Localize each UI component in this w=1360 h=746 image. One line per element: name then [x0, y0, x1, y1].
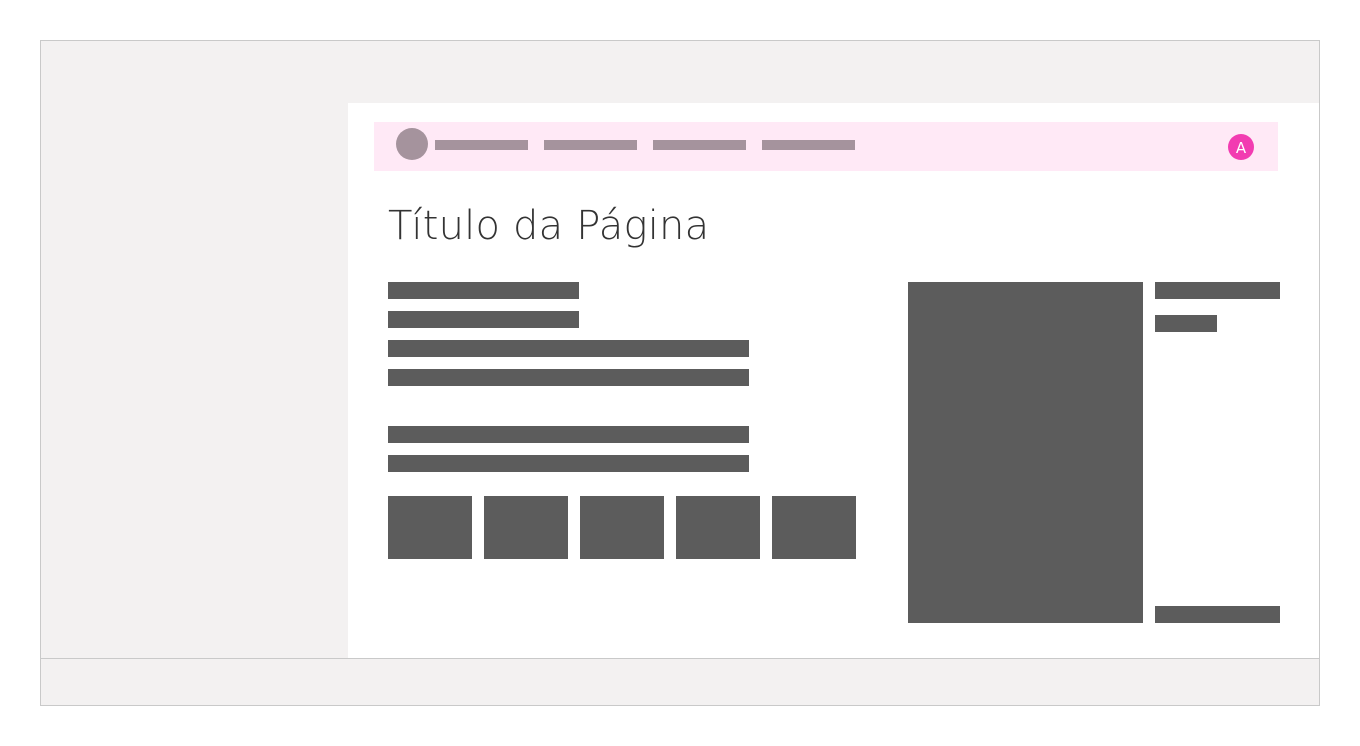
site-navbar: A [374, 122, 1278, 171]
card-subheading-placeholder [1155, 315, 1217, 332]
thumbnail-placeholder[interactable] [676, 496, 760, 559]
nav-link-3[interactable] [653, 140, 746, 150]
main-content: A Título da Página [348, 103, 1320, 659]
site-logo-icon[interactable] [396, 128, 428, 160]
card-heading-placeholder [1155, 282, 1280, 299]
page-title: Título da Página [388, 203, 710, 249]
text-line-placeholder [388, 340, 749, 357]
thumbnail-placeholder[interactable] [580, 496, 664, 559]
text-line-placeholder [388, 282, 579, 299]
app-header-bar [40, 40, 1320, 104]
card-action-placeholder[interactable] [1155, 606, 1280, 623]
avatar-initial: A [1235, 138, 1247, 157]
text-line-placeholder [388, 311, 579, 328]
thumbnail-placeholder[interactable] [484, 496, 568, 559]
text-line-placeholder [388, 455, 749, 472]
nav-link-4[interactable] [762, 140, 855, 150]
nav-link-1[interactable] [435, 140, 528, 150]
thumbnail-placeholder[interactable] [772, 496, 856, 559]
thumbnail-placeholder[interactable] [388, 496, 472, 559]
app-footer-bar [40, 658, 1320, 706]
nav-link-2[interactable] [544, 140, 637, 150]
card-image-placeholder [908, 282, 1143, 623]
sidebar [40, 103, 348, 659]
user-avatar[interactable]: A [1228, 134, 1254, 160]
text-line-placeholder [388, 369, 749, 386]
text-line-placeholder [388, 426, 749, 443]
